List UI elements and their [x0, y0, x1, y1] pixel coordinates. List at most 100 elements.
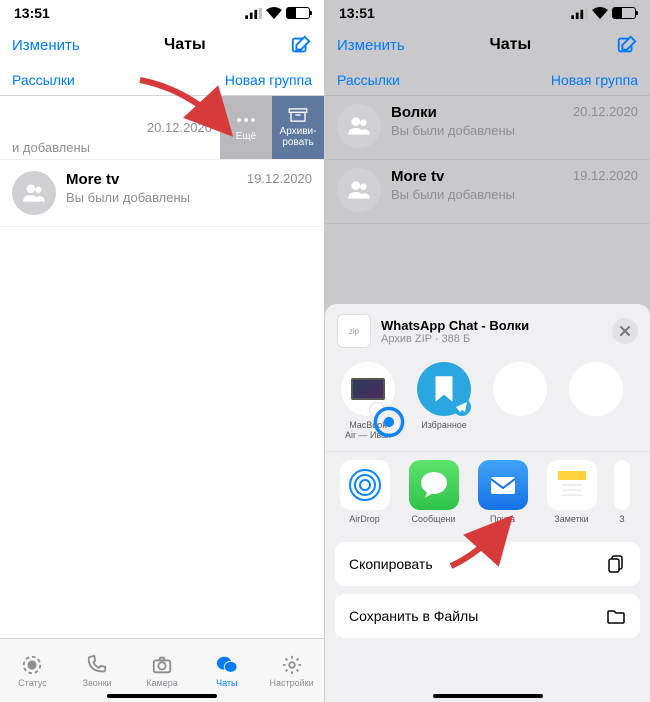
battery-icon [286, 7, 310, 19]
share-target-blank[interactable] [489, 362, 551, 441]
wifi-icon [592, 7, 608, 19]
chat-date: 19.12.2020 [573, 168, 638, 183]
share-target-label: Избранное [421, 420, 467, 430]
phone-icon [85, 654, 109, 676]
status-time: 13:51 [14, 5, 50, 21]
share-apps-row: AirDrop Сообщени Почта [325, 451, 650, 536]
camera-icon [150, 654, 174, 676]
share-actions: Скопировать Сохранить в Файлы [325, 536, 650, 652]
zip-file-icon: zip [337, 314, 371, 348]
swipe-archive-label: Архиви- ровать [280, 126, 317, 148]
tabbar: Статус Звонки Камера Чаты Настройки [0, 638, 324, 702]
chat-date: 20.12.2020 [147, 120, 212, 135]
subbar: Рассылки Новая группа [0, 64, 324, 96]
status-time: 13:51 [339, 5, 375, 21]
status-icon [20, 654, 44, 676]
messages-icon [409, 460, 459, 510]
app-airdrop[interactable]: AirDrop [337, 460, 392, 524]
chat-row[interactable]: Волки Вы были добавлены 20.12.2020 [325, 96, 650, 160]
share-targets-row: MacBook Air — Иван Избранное [325, 356, 650, 451]
app-label: AirDrop [349, 514, 380, 524]
notes-icon [547, 460, 597, 510]
app-label: З [619, 514, 624, 524]
share-title: WhatsApp Chat - Волки [381, 318, 529, 333]
share-sheet-header: zip WhatsApp Chat - Волки Архив ZIP · 38… [325, 304, 650, 356]
archive-icon [287, 108, 309, 122]
edit-button[interactable]: Изменить [337, 37, 405, 54]
app-notes[interactable]: Заметки [544, 460, 599, 524]
blank-icon [569, 362, 623, 416]
share-target-macbook[interactable]: MacBook Air — Иван [337, 362, 399, 441]
chat-row[interactable]: More tv Вы были добавлены 19.12.2020 [0, 163, 324, 227]
telegram-saved-icon [417, 362, 471, 416]
app-more[interactable]: З [613, 460, 631, 524]
nav-title: Чаты [164, 36, 206, 54]
subbar: Рассылки Новая группа [325, 64, 650, 96]
action-copy[interactable]: Скопировать [335, 542, 640, 586]
broadcasts-link[interactable]: Рассылки [337, 72, 400, 88]
nav-title: Чаты [490, 36, 532, 54]
share-target-favorites[interactable]: Избранное [413, 362, 475, 441]
chat-list: Волки Вы были добавлены 20.12.2020 More … [325, 96, 650, 224]
phone-right: 13:51 Изменить Чаты Рассылки Новая групп… [325, 0, 650, 702]
newgroup-link[interactable]: Новая группа [225, 72, 312, 88]
macbook-icon [341, 362, 395, 416]
app-messages[interactable]: Сообщени [406, 460, 461, 524]
copy-icon [606, 554, 626, 574]
newgroup-link[interactable]: Новая группа [551, 72, 638, 88]
tab-label: Камера [146, 678, 177, 688]
app-partial-icon [614, 460, 630, 510]
group-avatar-icon [337, 168, 381, 212]
home-indicator[interactable] [433, 694, 543, 698]
signal-icon [571, 8, 588, 19]
tab-label: Статус [18, 678, 46, 688]
phone-left: 13:51 Изменить Чаты Рассылки Новая групп… [0, 0, 325, 702]
broadcasts-link[interactable]: Рассылки [12, 72, 75, 88]
status-bar: 13:51 [0, 0, 324, 26]
chat-list: 20.12.2020 Ещё Архиви- ровать и добавлен… [0, 96, 324, 227]
share-sheet: zip WhatsApp Chat - Волки Архив ZIP · 38… [325, 304, 650, 702]
compose-icon[interactable] [290, 34, 312, 56]
chat-row[interactable]: More tv Вы были добавлены 19.12.2020 [325, 160, 650, 224]
chat-sub: Вы были добавлены [66, 190, 241, 205]
action-label: Скопировать [349, 556, 433, 572]
navbar: Изменить Чаты [0, 26, 324, 64]
chat-date: 20.12.2020 [573, 104, 638, 119]
swipe-more-label: Ещё [236, 131, 256, 142]
tab-label: Чаты [216, 678, 237, 688]
tab-settings[interactable]: Настройки [259, 639, 324, 702]
tab-camera[interactable]: Камера [130, 639, 195, 702]
tab-chats[interactable]: Чаты [194, 639, 259, 702]
action-save-files[interactable]: Сохранить в Файлы [335, 594, 640, 638]
home-indicator[interactable] [107, 694, 217, 698]
swipe-more-button[interactable]: Ещё [220, 96, 272, 159]
battery-icon [612, 7, 636, 19]
app-label: Сообщени [412, 514, 456, 524]
close-button[interactable] [612, 318, 638, 344]
compose-icon[interactable] [616, 34, 638, 56]
app-mail[interactable]: Почта [475, 460, 530, 524]
chat-sub: Вы были добавлены [391, 123, 567, 138]
tab-calls[interactable]: Звонки [65, 639, 130, 702]
chat-name: More tv [66, 171, 241, 188]
chat-name: More tv [391, 168, 567, 185]
tab-status[interactable]: Статус [0, 639, 65, 702]
wifi-icon [266, 7, 282, 19]
status-bar: 13:51 [325, 0, 650, 26]
chat-date: 19.12.2020 [247, 171, 312, 186]
status-icons [571, 7, 636, 19]
edit-button[interactable]: Изменить [12, 37, 80, 54]
signal-icon [245, 8, 262, 19]
app-label: Заметки [554, 514, 588, 524]
mail-icon [478, 460, 528, 510]
gear-icon [280, 654, 304, 676]
chat-row-swiped[interactable]: 20.12.2020 Ещё Архиви- ровать [0, 96, 324, 160]
swipe-archive-button[interactable]: Архиви- ровать [272, 96, 324, 159]
share-target-blank[interactable] [565, 362, 627, 441]
group-avatar-icon [337, 104, 381, 148]
status-icons [245, 7, 310, 19]
ellipsis-icon [235, 113, 257, 127]
navbar: Изменить Чаты [325, 26, 650, 64]
chat-sub: Вы были добавлены [391, 187, 567, 202]
blank-icon [493, 362, 547, 416]
